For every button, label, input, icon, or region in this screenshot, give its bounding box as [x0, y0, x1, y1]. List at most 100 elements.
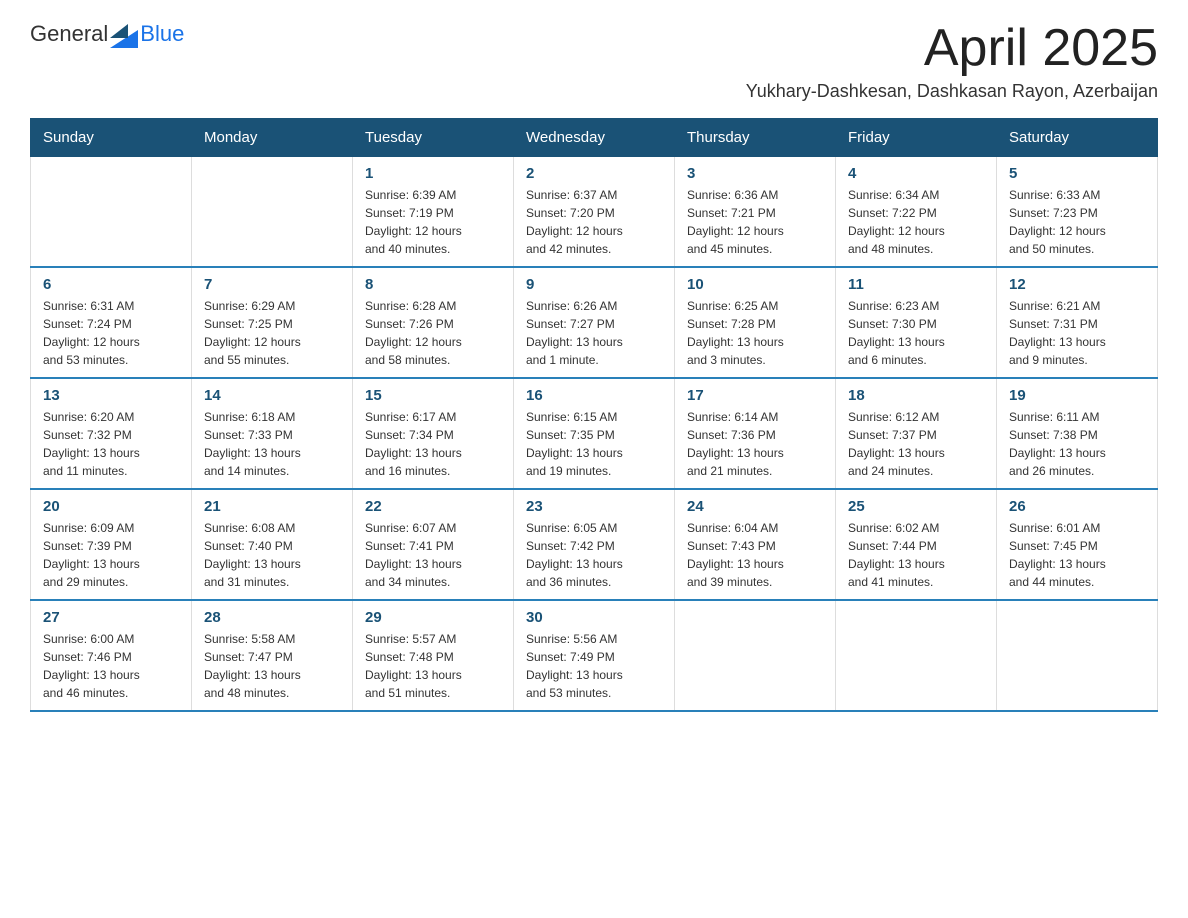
- subtitle: Yukhary-Dashkesan, Dashkasan Rayon, Azer…: [746, 81, 1158, 102]
- day-number: 30: [526, 609, 662, 626]
- calendar-cell: 14Sunrise: 6:18 AMSunset: 7:33 PMDayligh…: [192, 378, 353, 489]
- day-info: Sunrise: 6:17 AMSunset: 7:34 PMDaylight:…: [365, 408, 501, 480]
- day-info: Sunrise: 6:33 AMSunset: 7:23 PMDaylight:…: [1009, 186, 1145, 258]
- calendar-cell: 23 Sunrise: 6:05 AMSunset: 7:42 PMDayligh…: [514, 489, 675, 600]
- day-number: 29: [365, 609, 501, 626]
- day-number: 15: [365, 387, 501, 404]
- day-info: Sunrise: 6:05 AMSunset: 7:42 PMDaylight:…: [526, 519, 662, 591]
- day-info: Sunrise: 6:07 AMSunset: 7:41 PMDaylight:…: [365, 519, 501, 591]
- calendar-cell: 3 Sunrise: 6:36 AMSunset: 7:21 PMDaylight…: [675, 157, 836, 268]
- day-number: 20: [43, 498, 179, 515]
- day-number: 24: [687, 498, 823, 515]
- day-info: Sunrise: 5:58 AMSunset: 7:47 PMDaylight:…: [204, 630, 340, 702]
- logo-blue-text: Blue: [140, 21, 184, 46]
- week-row-1: 1Sunrise: 6:39 AMSunset: 7:19 PMDaylight…: [31, 157, 1158, 268]
- calendar-cell: 15 Sunrise: 6:17 AMSunset: 7:34 PMDayligh…: [353, 378, 514, 489]
- calendar-cell: [836, 600, 997, 711]
- calendar-cell: 11Sunrise: 6:23 AMSunset: 7:30 PMDayligh…: [836, 267, 997, 378]
- day-info: Sunrise: 6:39 AMSunset: 7:19 PMDaylight:…: [365, 186, 501, 258]
- day-info: Sunrise: 6:11 AMSunset: 7:38 PMDaylight:…: [1009, 408, 1145, 480]
- calendar-cell: 29 Sunrise: 5:57 AMSunset: 7:48 PMDayligh…: [353, 600, 514, 711]
- day-number: 17: [687, 387, 823, 404]
- calendar-cell: 18 Sunrise: 6:12 AMSunset: 7:37 PMDayligh…: [836, 378, 997, 489]
- day-number: 3: [687, 165, 823, 182]
- day-info: Sunrise: 6:31 AMSunset: 7:24 PMDaylight:…: [43, 297, 179, 369]
- calendar-cell: 20 Sunrise: 6:09 AMSunset: 7:39 PMDayligh…: [31, 489, 192, 600]
- header-friday: Friday: [836, 119, 997, 157]
- calendar-cell: [675, 600, 836, 711]
- day-info: Sunrise: 6:15 AMSunset: 7:35 PMDaylight:…: [526, 408, 662, 480]
- calendar-cell: 12 Sunrise: 6:21 AMSunset: 7:31 PMDayligh…: [997, 267, 1158, 378]
- calendar-cell: [192, 157, 353, 268]
- day-info: Sunrise: 5:56 AMSunset: 7:49 PMDaylight:…: [526, 630, 662, 702]
- logo-general-text: General: [30, 21, 108, 47]
- header-sunday: Sunday: [31, 119, 192, 157]
- day-number: 2: [526, 165, 662, 182]
- day-number: 26: [1009, 498, 1145, 515]
- day-number: 6: [43, 276, 179, 293]
- calendar-cell: [997, 600, 1158, 711]
- calendar-cell: 6 Sunrise: 6:31 AMSunset: 7:24 PMDaylight…: [31, 267, 192, 378]
- week-row-3: 13 Sunrise: 6:20 AMSunset: 7:32 PMDayligh…: [31, 378, 1158, 489]
- day-info: Sunrise: 6:00 AMSunset: 7:46 PMDaylight:…: [43, 630, 179, 702]
- day-info: Sunrise: 6:25 AMSunset: 7:28 PMDaylight:…: [687, 297, 823, 369]
- day-info: Sunrise: 6:09 AMSunset: 7:39 PMDaylight:…: [43, 519, 179, 591]
- day-number: 8: [365, 276, 501, 293]
- calendar-cell: 30 Sunrise: 5:56 AMSunset: 7:49 PMDayligh…: [514, 600, 675, 711]
- calendar-cell: 8 Sunrise: 6:28 AMSunset: 7:26 PMDaylight…: [353, 267, 514, 378]
- calendar-cell: 27 Sunrise: 6:00 AMSunset: 7:46 PMDayligh…: [31, 600, 192, 711]
- day-number: 22: [365, 498, 501, 515]
- header-saturday: Saturday: [997, 119, 1158, 157]
- day-number: 11: [848, 276, 984, 293]
- calendar-cell: 2 Sunrise: 6:37 AMSunset: 7:20 PMDaylight…: [514, 157, 675, 268]
- day-number: 25: [848, 498, 984, 515]
- day-number: 23: [526, 498, 662, 515]
- calendar-cell: 19 Sunrise: 6:11 AMSunset: 7:38 PMDayligh…: [997, 378, 1158, 489]
- day-number: 19: [1009, 387, 1145, 404]
- week-row-5: 27 Sunrise: 6:00 AMSunset: 7:46 PMDayligh…: [31, 600, 1158, 711]
- day-info: Sunrise: 6:28 AMSunset: 7:26 PMDaylight:…: [365, 297, 501, 369]
- day-number: 18: [848, 387, 984, 404]
- day-info: Sunrise: 5:57 AMSunset: 7:48 PMDaylight:…: [365, 630, 501, 702]
- calendar-header-row: SundayMondayTuesdayWednesdayThursdayFrid…: [31, 119, 1158, 157]
- week-row-2: 6 Sunrise: 6:31 AMSunset: 7:24 PMDaylight…: [31, 267, 1158, 378]
- calendar-cell: 16Sunrise: 6:15 AMSunset: 7:35 PMDayligh…: [514, 378, 675, 489]
- day-number: 5: [1009, 165, 1145, 182]
- day-number: 28: [204, 609, 340, 626]
- calendar-cell: 26 Sunrise: 6:01 AMSunset: 7:45 PMDayligh…: [997, 489, 1158, 600]
- day-number: 7: [204, 276, 340, 293]
- calendar-cell: 13 Sunrise: 6:20 AMSunset: 7:32 PMDayligh…: [31, 378, 192, 489]
- calendar-cell: 25 Sunrise: 6:02 AMSunset: 7:44 PMDayligh…: [836, 489, 997, 600]
- day-number: 27: [43, 609, 179, 626]
- calendar-cell: 24Sunrise: 6:04 AMSunset: 7:43 PMDayligh…: [675, 489, 836, 600]
- day-info: Sunrise: 6:36 AMSunset: 7:21 PMDaylight:…: [687, 186, 823, 258]
- day-info: Sunrise: 6:21 AMSunset: 7:31 PMDaylight:…: [1009, 297, 1145, 369]
- calendar-cell: 5 Sunrise: 6:33 AMSunset: 7:23 PMDaylight…: [997, 157, 1158, 268]
- calendar-cell: 10 Sunrise: 6:25 AMSunset: 7:28 PMDayligh…: [675, 267, 836, 378]
- day-info: Sunrise: 6:26 AMSunset: 7:27 PMDaylight:…: [526, 297, 662, 369]
- calendar-cell: 1Sunrise: 6:39 AMSunset: 7:19 PMDaylight…: [353, 157, 514, 268]
- day-info: Sunrise: 6:02 AMSunset: 7:44 PMDaylight:…: [848, 519, 984, 591]
- day-info: Sunrise: 6:20 AMSunset: 7:32 PMDaylight:…: [43, 408, 179, 480]
- day-number: 21: [204, 498, 340, 515]
- title-section: April 2025 Yukhary-Dashkesan, Dashkasan …: [746, 20, 1158, 102]
- day-info: Sunrise: 6:12 AMSunset: 7:37 PMDaylight:…: [848, 408, 984, 480]
- day-number: 4: [848, 165, 984, 182]
- header-wednesday: Wednesday: [514, 119, 675, 157]
- calendar-cell: 21Sunrise: 6:08 AMSunset: 7:40 PMDayligh…: [192, 489, 353, 600]
- header-monday: Monday: [192, 119, 353, 157]
- day-info: Sunrise: 6:18 AMSunset: 7:33 PMDaylight:…: [204, 408, 340, 480]
- calendar-table: SundayMondayTuesdayWednesdayThursdayFrid…: [30, 118, 1158, 712]
- calendar-cell: 22 Sunrise: 6:07 AMSunset: 7:41 PMDayligh…: [353, 489, 514, 600]
- day-number: 12: [1009, 276, 1145, 293]
- main-title: April 2025: [746, 20, 1158, 77]
- day-info: Sunrise: 6:01 AMSunset: 7:45 PMDaylight:…: [1009, 519, 1145, 591]
- day-number: 10: [687, 276, 823, 293]
- day-info: Sunrise: 6:14 AMSunset: 7:36 PMDaylight:…: [687, 408, 823, 480]
- day-number: 13: [43, 387, 179, 404]
- day-number: 9: [526, 276, 662, 293]
- calendar-cell: 7 Sunrise: 6:29 AMSunset: 7:25 PMDaylight…: [192, 267, 353, 378]
- day-info: Sunrise: 6:37 AMSunset: 7:20 PMDaylight:…: [526, 186, 662, 258]
- week-row-4: 20 Sunrise: 6:09 AMSunset: 7:39 PMDayligh…: [31, 489, 1158, 600]
- day-info: Sunrise: 6:29 AMSunset: 7:25 PMDaylight:…: [204, 297, 340, 369]
